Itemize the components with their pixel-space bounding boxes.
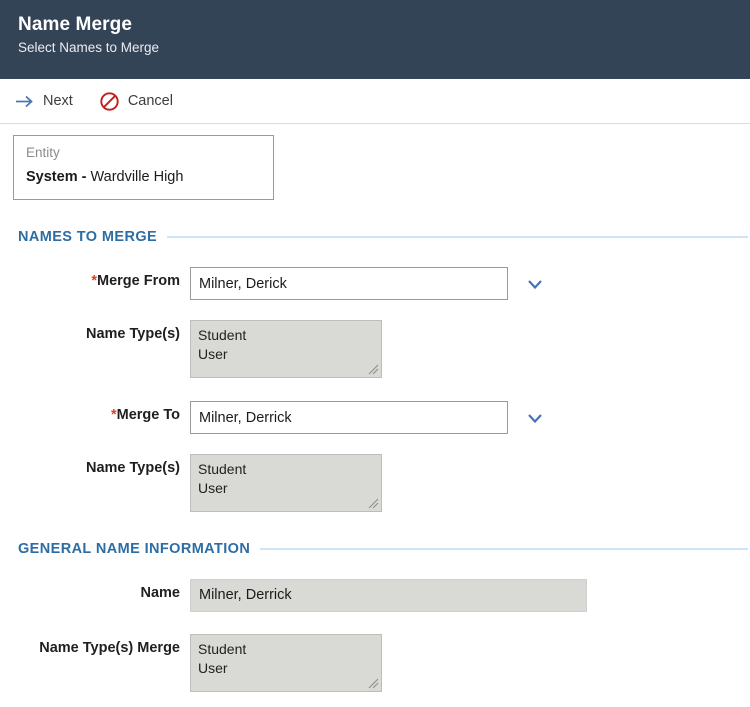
merge-from-dropdown-button[interactable] bbox=[522, 267, 548, 300]
page-title: Name Merge bbox=[18, 14, 132, 35]
name-type-line: User bbox=[198, 346, 228, 362]
entity-value: System - Wardville High bbox=[26, 167, 273, 187]
name-type-line: Student bbox=[198, 461, 247, 477]
name-label: Name bbox=[140, 585, 181, 601]
resize-grip-icon bbox=[368, 678, 379, 689]
page-subtitle: Select Names to Merge bbox=[18, 40, 160, 55]
name-type-line: Student bbox=[198, 327, 247, 343]
merge-to-input[interactable] bbox=[190, 401, 508, 434]
merge-from-input[interactable] bbox=[190, 267, 508, 300]
section-title: GENERAL NAME INFORMATION bbox=[18, 541, 251, 557]
section-header-names-to-merge: NAMES TO MERGE bbox=[18, 229, 748, 245]
name-types-merge-textarea[interactable]: Student User bbox=[190, 634, 382, 692]
field-row-merge-to-name-types: Name Type(s) Student User bbox=[0, 454, 382, 512]
name-type-line: User bbox=[198, 660, 228, 676]
name-types-merge-label: Name Type(s) Merge bbox=[39, 640, 180, 656]
entity-value-prefix: System - bbox=[26, 169, 87, 185]
section-title: NAMES TO MERGE bbox=[18, 229, 158, 245]
chevron-down-icon bbox=[528, 279, 542, 289]
entity-value-name: Wardville High bbox=[86, 169, 184, 185]
app-header: Name Merge Select Names to Merge bbox=[0, 0, 750, 79]
merge-to-name-types-textarea[interactable]: Student User bbox=[190, 454, 382, 512]
merge-from-label: *Merge From bbox=[0, 267, 190, 295]
section-header-general-name-information: GENERAL NAME INFORMATION bbox=[18, 541, 748, 557]
name-type-line: Student bbox=[198, 641, 247, 657]
next-button-label: Next bbox=[43, 93, 73, 109]
name-type-line: User bbox=[198, 480, 228, 496]
merge-to-dropdown-button[interactable] bbox=[522, 401, 548, 434]
arrow-right-icon bbox=[14, 91, 35, 112]
section-divider bbox=[167, 236, 748, 238]
merge-from-name-types-textarea[interactable]: Student User bbox=[190, 320, 382, 378]
entity-card[interactable]: Entity System - Wardville High bbox=[13, 135, 274, 200]
resize-grip-icon bbox=[368, 498, 379, 509]
field-row-merge-to: *Merge To bbox=[0, 401, 548, 434]
name-readonly-field: Milner, Derrick bbox=[190, 579, 587, 612]
merge-to-label-text: Merge To bbox=[116, 407, 180, 423]
resize-grip-icon bbox=[368, 364, 379, 375]
merge-from-label-text: Merge From bbox=[97, 273, 180, 289]
cancel-button[interactable]: Cancel bbox=[99, 86, 173, 116]
merge-to-name-types-label: Name Type(s) bbox=[85, 460, 180, 476]
field-row-merge-from-name-types: Name Type(s) Student User bbox=[0, 320, 382, 378]
no-entry-icon bbox=[99, 91, 120, 112]
field-row-name-types-merge: Name Type(s) Merge Student User bbox=[0, 634, 382, 692]
field-row-merge-from: *Merge From bbox=[0, 267, 548, 300]
cancel-button-label: Cancel bbox=[127, 93, 173, 109]
toolbar: Next Cancel bbox=[0, 79, 750, 124]
section-divider bbox=[260, 548, 748, 550]
chevron-down-icon bbox=[528, 413, 542, 423]
field-row-name: Name Milner, Derrick bbox=[0, 579, 587, 612]
merge-from-name-types-label: Name Type(s) bbox=[85, 326, 180, 342]
next-button[interactable]: Next bbox=[14, 86, 73, 116]
merge-to-label: *Merge To bbox=[0, 401, 190, 429]
entity-label: Entity bbox=[26, 145, 60, 160]
